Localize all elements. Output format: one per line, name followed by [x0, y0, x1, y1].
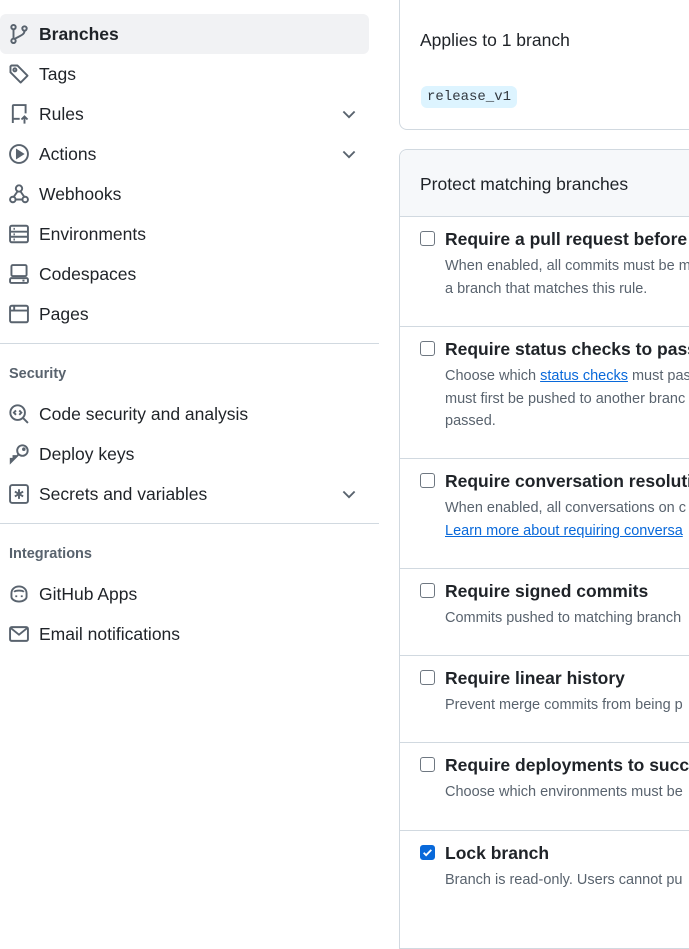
rule-description-line: Branch is read-only. Users cannot pu: [445, 872, 683, 888]
rule-require-conversation-resolution: Require conversation resolution When ena…: [400, 459, 689, 569]
rule-description: Choose which environments must be: [445, 781, 683, 804]
sidebar-item-label: Tags: [39, 64, 76, 84]
rule-checkbox[interactable]: [420, 845, 435, 860]
rule-require-status-checks: Require status checks to pass b Choose w…: [400, 327, 689, 459]
sidebar-item-code-security[interactable]: Code security and analysis: [0, 394, 369, 434]
rule-description-text: Choose which: [445, 368, 541, 384]
rule-description-line: a branch that matches this rule.: [445, 280, 648, 297]
learn-more-link[interactable]: Learn more about requiring conversa: [445, 520, 686, 543]
sidebar-item-environments[interactable]: Environments: [0, 214, 369, 254]
branch-name-badge: release_v1: [421, 86, 518, 108]
settings-sidebar: Branches Tags Rules Actions Webhooks Env…: [0, 0, 380, 916]
rule-checkbox[interactable]: [420, 231, 435, 246]
rule-require-signed-commits: Require signed commits Commits pushed to…: [400, 569, 689, 656]
rule-description-line: Commits pushed to matching branch: [445, 610, 682, 626]
applies-card: Applies to 1 branch release_v1: [399, 0, 689, 130]
status-checks-link[interactable]: status checks: [540, 368, 628, 384]
rule-description-line: Choose which status checks must pas: [445, 365, 689, 388]
sidebar-item-label: Pages: [39, 304, 89, 324]
rule-description-line: Prevent merge commits from being p: [445, 697, 683, 713]
protect-branches-card: Protect matching branches Require a pull…: [399, 149, 689, 949]
sidebar-item-label: Email notifications: [39, 624, 181, 644]
sidebar-item-branches[interactable]: Branches: [0, 14, 369, 54]
webhook-icon: [8, 183, 30, 205]
rule-title: Require linear history: [445, 668, 625, 688]
repo-push-icon: [8, 103, 30, 125]
rule-description: When enabled, all conversations on c Lea…: [445, 497, 686, 542]
rule-description: Branch is read-only. Users cannot pu: [445, 869, 683, 892]
codespaces-icon: [8, 263, 30, 285]
rule-title: Require status checks to pass b: [445, 339, 689, 359]
rule-checkbox[interactable]: [420, 757, 435, 772]
rule-description: Choose which status checks must pas must…: [445, 365, 689, 433]
sidebar-item-pages[interactable]: Pages: [0, 294, 369, 334]
rule-lock-branch: Lock branch Branch is read-only. Users c…: [400, 831, 689, 931]
sidebar-item-label: Codespaces: [39, 264, 137, 284]
rule-require-pull-request: Require a pull request before m When ena…: [400, 217, 689, 327]
sidebar-item-secrets[interactable]: Secrets and variables: [0, 474, 369, 514]
copilot-icon: [8, 583, 30, 605]
rule-description-line: Choose which environments must be: [445, 784, 683, 800]
mail-icon: [8, 623, 30, 645]
rule-title: Require signed commits: [445, 581, 649, 601]
rule-checkbox[interactable]: [420, 473, 435, 488]
git-branch-icon: [8, 23, 30, 45]
protect-branches-title: Protect matching branches: [420, 174, 629, 194]
sidebar-item-deploy-keys[interactable]: Deploy keys: [0, 434, 369, 474]
play-icon: [8, 143, 30, 165]
rule-require-deployments: Require deployments to succee Choose whi…: [400, 743, 689, 831]
rule-description-line: must first be pushed to another branc: [445, 390, 686, 407]
rule-description-line: When enabled, all commits must be m: [445, 258, 689, 274]
rule-title: Require deployments to succee: [445, 755, 689, 775]
server-icon: [8, 223, 30, 245]
sidebar-item-label: Branches: [39, 24, 119, 44]
protect-branches-header: Protect matching branches: [400, 150, 689, 217]
rule-description: Commits pushed to matching branch: [445, 607, 681, 630]
sidebar-item-webhooks[interactable]: Webhooks: [0, 174, 369, 214]
sidebar-item-label: Webhooks: [39, 184, 122, 204]
rule-checkbox[interactable]: [420, 583, 435, 598]
sidebar-item-actions[interactable]: Actions: [0, 134, 369, 174]
rule-description-line: passed.: [445, 413, 496, 429]
sidebar-item-label: Deploy keys: [39, 444, 135, 464]
rule-description: When enabled, all commits must be m a br…: [445, 255, 689, 300]
sidebar-item-github-apps[interactable]: GitHub Apps: [0, 574, 369, 614]
codescan-icon: [8, 403, 30, 425]
browser-icon: [8, 303, 30, 325]
sidebar-item-label: Rules: [39, 104, 84, 124]
rule-description-line: When enabled, all conversations on c: [445, 500, 687, 516]
sidebar-section-integrations-heading: Integrations: [9, 546, 92, 562]
sidebar-item-label: Actions: [39, 144, 97, 164]
rule-checkbox[interactable]: [420, 670, 435, 685]
rule-title: Require conversation resolution: [445, 471, 689, 491]
sidebar-item-email-notifications[interactable]: Email notifications: [0, 614, 369, 654]
check-icon: [423, 849, 432, 857]
rule-checkbox[interactable]: [420, 341, 435, 356]
sidebar-divider: [0, 343, 379, 344]
rule-title: Lock branch: [445, 843, 550, 863]
sidebar-item-label: Secrets and variables: [39, 484, 208, 504]
key-asterisk-icon: [8, 483, 30, 505]
chevron-down-icon[interactable]: [339, 104, 359, 124]
sidebar-section-security-heading: Security: [9, 366, 67, 382]
key-icon: [8, 443, 30, 465]
chevron-down-icon[interactable]: [339, 144, 359, 164]
rule-description: Prevent merge commits from being p: [445, 694, 683, 717]
sidebar-item-rules[interactable]: Rules: [0, 94, 369, 134]
sidebar-item-tags[interactable]: Tags: [0, 54, 369, 94]
applies-title: Applies to 1 branch: [420, 30, 570, 50]
sidebar-item-label: Code security and analysis: [39, 404, 249, 424]
rule-description-text: must pas: [627, 368, 689, 384]
sidebar-item-label: GitHub Apps: [39, 584, 138, 604]
sidebar-divider: [0, 523, 379, 524]
sidebar-item-label: Environments: [39, 224, 146, 244]
rule-require-linear-history: Require linear history Prevent merge com…: [400, 656, 689, 743]
sidebar-item-codespaces[interactable]: Codespaces: [0, 254, 369, 294]
rule-title: Require a pull request before m: [445, 229, 689, 249]
tag-icon: [8, 63, 30, 85]
chevron-down-icon[interactable]: [339, 484, 359, 504]
